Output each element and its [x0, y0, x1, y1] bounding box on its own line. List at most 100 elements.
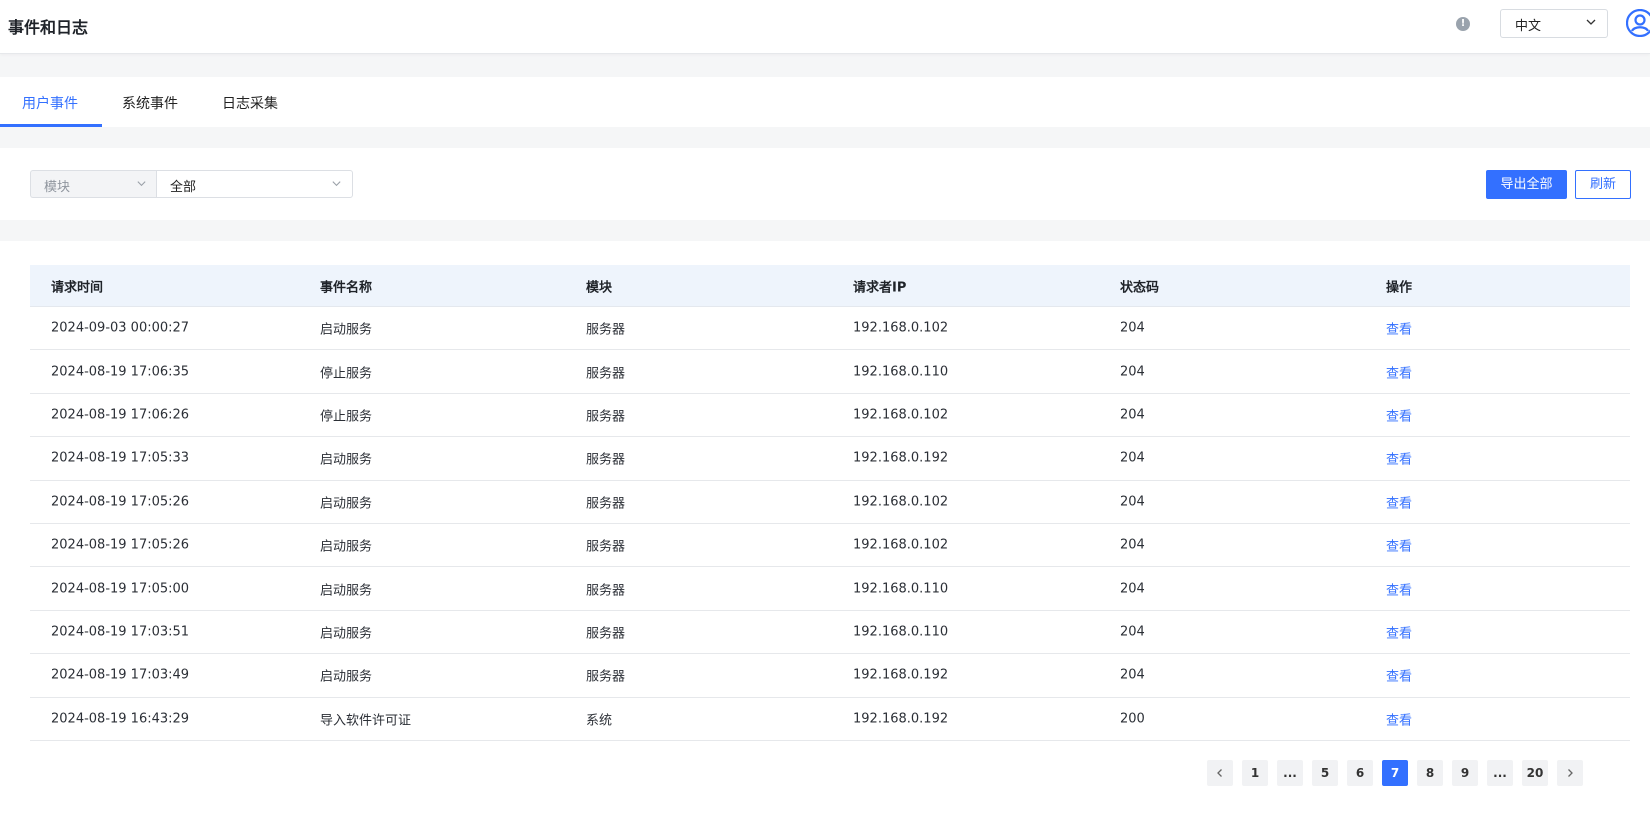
export-all-button[interactable]: 导出全部	[1486, 170, 1567, 199]
cell-module: 服务器	[586, 583, 626, 599]
chevron-down-icon	[137, 181, 146, 187]
cell-requester-ip: 192.168.0.102	[853, 320, 949, 336]
cell-event-name: 导入软件许可证	[320, 713, 412, 729]
page-button[interactable]: 8	[1417, 760, 1443, 786]
cell-module: 服务器	[586, 669, 626, 685]
view-link[interactable]: 查看	[1386, 449, 1412, 468]
page-button[interactable]: 9	[1452, 760, 1478, 786]
table-header: 请求时间 事件名称 模块 请求者IP 状态码 操作	[30, 265, 1630, 307]
view-link[interactable]: 查看	[1386, 492, 1412, 511]
cell-requester-ip: 192.168.0.110	[853, 364, 949, 380]
cell-requester-ip: 192.168.0.192	[853, 667, 949, 683]
cell-status-code: 204	[1120, 450, 1145, 466]
chevron-down-icon	[332, 181, 341, 187]
page-button[interactable]: 20	[1522, 760, 1548, 786]
top-bar: 事件和日志 ! 中文	[0, 0, 1650, 54]
view-link[interactable]: 查看	[1386, 405, 1412, 424]
cell-status-code: 204	[1120, 494, 1145, 510]
cell-request-time: 2024-08-19 17:03:49	[51, 667, 190, 683]
cell-request-time: 2024-09-03 00:00:27	[51, 320, 190, 336]
table-row: 2024-08-19 16:43:29 导入软件许可证 系统 192.168.0.19…	[30, 698, 1630, 741]
cell-module: 系统	[586, 713, 613, 729]
cell-event-name: 启动服务	[320, 496, 373, 512]
tab-log-collection[interactable]: 日志采集	[222, 93, 278, 113]
view-link[interactable]: 查看	[1386, 362, 1412, 381]
cell-request-time: 2024-08-19 17:06:26	[51, 407, 190, 423]
view-link[interactable]: 查看	[1386, 579, 1412, 598]
cell-requester-ip: 192.168.0.110	[853, 624, 949, 640]
cell-event-name: 启动服务	[320, 583, 373, 599]
cell-status-code: 204	[1120, 581, 1145, 597]
cell-event-name: 启动服务	[320, 626, 373, 642]
page-button[interactable]: 5	[1312, 760, 1338, 786]
page-title: 事件和日志	[8, 18, 89, 37]
page-button-current[interactable]: 7	[1382, 760, 1408, 786]
chevron-right-icon	[1568, 769, 1573, 777]
language-select[interactable]: 中文	[1500, 9, 1608, 38]
cell-status-code: 200	[1120, 711, 1145, 727]
cell-requester-ip: 192.168.0.102	[853, 494, 949, 510]
cell-request-time: 2024-08-19 17:05:26	[51, 494, 190, 510]
refresh-button[interactable]: 刷新	[1575, 170, 1631, 199]
view-link[interactable]: 查看	[1386, 536, 1412, 555]
view-link[interactable]: 查看	[1386, 709, 1412, 728]
view-link[interactable]: 查看	[1386, 666, 1412, 685]
chevron-down-icon	[1586, 19, 1596, 25]
event-table: 请求时间 事件名称 模块 请求者IP 状态码 操作 2024-09-03 00:…	[30, 265, 1630, 741]
filter-value-select[interactable]: 全部	[156, 170, 353, 198]
table-row: 2024-08-19 17:05:26 启动服务 服务器 192.168.0.102 2…	[30, 481, 1630, 524]
language-select-value: 中文	[1515, 19, 1542, 34]
cell-event-name: 启动服务	[320, 669, 373, 685]
cell-request-time: 2024-08-19 17:05:33	[51, 450, 190, 466]
table-row: 2024-08-19 17:05:00 启动服务 服务器 192.168.0.110 2…	[30, 567, 1630, 611]
active-tab-indicator	[0, 124, 102, 127]
cell-status-code: 204	[1120, 407, 1145, 423]
cell-status-code: 204	[1120, 624, 1145, 640]
prev-page-button[interactable]	[1207, 760, 1233, 786]
table-row: 2024-08-19 17:06:26 停止服务 服务器 192.168.0.102 2…	[30, 394, 1630, 438]
cell-requester-ip: 192.168.0.102	[853, 537, 949, 553]
cell-module: 服务器	[586, 366, 626, 382]
tab-user-events[interactable]: 用户事件	[22, 93, 78, 113]
cell-requester-ip: 192.168.0.192	[853, 450, 949, 466]
cell-event-name: 启动服务	[320, 452, 373, 468]
column-header-module: 模块	[586, 280, 613, 295]
info-icon[interactable]: !	[1456, 17, 1470, 31]
filter-field-value: 模块	[44, 180, 71, 195]
cell-request-time: 2024-08-19 17:03:51	[51, 624, 190, 640]
cell-module: 服务器	[586, 452, 626, 468]
cell-event-name: 停止服务	[320, 409, 373, 425]
cell-request-time: 2024-08-19 17:05:26	[51, 537, 190, 553]
cell-module: 服务器	[586, 322, 626, 338]
column-header-actions: 操作	[1386, 280, 1413, 295]
cell-request-time: 2024-08-19 17:05:00	[51, 581, 190, 597]
view-link[interactable]: 查看	[1386, 622, 1412, 641]
column-header-requester-ip: 请求者IP	[853, 280, 907, 295]
cell-status-code: 204	[1120, 667, 1145, 683]
cell-requester-ip: 192.168.0.102	[853, 407, 949, 423]
table-row: 2024-08-19 17:05:33 启动服务 服务器 192.168.0.192 2…	[30, 437, 1630, 481]
page-button[interactable]: 6	[1347, 760, 1373, 786]
column-header-event-name: 事件名称	[320, 280, 373, 295]
user-avatar-icon[interactable]	[1626, 9, 1650, 37]
cell-status-code: 204	[1120, 364, 1145, 380]
table-body: 2024-09-03 00:00:27 启动服务 服务器 192.168.0.102 2…	[30, 307, 1630, 741]
cell-module: 服务器	[586, 539, 626, 555]
chevron-left-icon	[1217, 769, 1222, 777]
page-ellipsis[interactable]: ...	[1487, 760, 1513, 786]
cell-module: 服务器	[586, 496, 626, 512]
tab-system-events[interactable]: 系统事件	[122, 93, 178, 113]
table-row: 2024-08-19 17:03:49 启动服务 服务器 192.168.0.192 2…	[30, 654, 1630, 698]
filter-value-text: 全部	[170, 180, 197, 195]
view-link[interactable]: 查看	[1386, 319, 1412, 338]
next-page-button[interactable]	[1557, 760, 1583, 786]
filter-field-select[interactable]: 模块	[30, 170, 157, 198]
cell-status-code: 204	[1120, 537, 1145, 553]
cell-event-name: 启动服务	[320, 539, 373, 555]
column-header-request-time: 请求时间	[51, 280, 104, 295]
tab-bar: 用户事件 系统事件 日志采集	[0, 77, 1650, 127]
page-ellipsis[interactable]: ...	[1277, 760, 1303, 786]
cell-requester-ip: 192.168.0.192	[853, 711, 949, 727]
cell-event-name: 启动服务	[320, 322, 373, 338]
page-button[interactable]: 1	[1242, 760, 1268, 786]
